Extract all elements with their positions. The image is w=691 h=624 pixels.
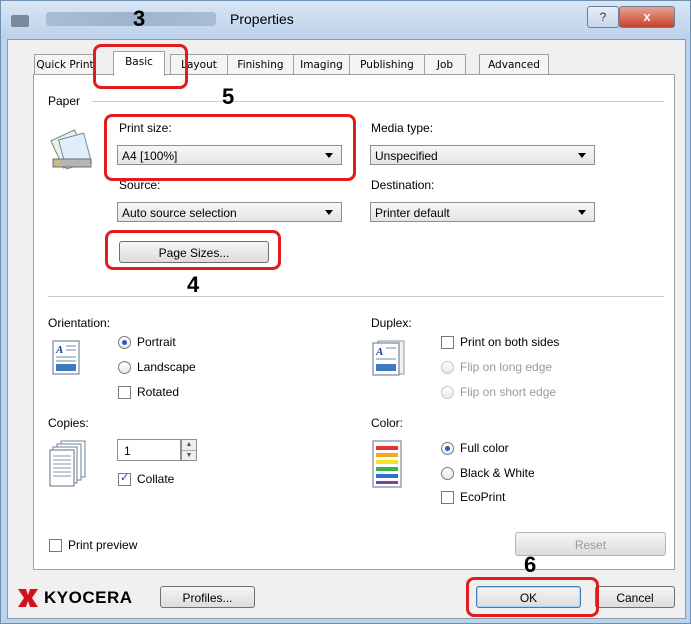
destination-value: Printer default <box>375 206 450 220</box>
portrait-radio[interactable] <box>118 336 131 349</box>
media-type-label: Media type: <box>371 121 434 135</box>
paper-divider <box>92 101 664 102</box>
blurred-printer-name <box>46 12 216 26</box>
black-white-label[interactable]: Black & White <box>460 466 535 480</box>
ecoprint-label[interactable]: EcoPrint <box>460 490 505 504</box>
copies-input[interactable]: 1 <box>117 439 181 461</box>
ecoprint-checkbox[interactable] <box>441 491 454 504</box>
print-preview-checkbox[interactable] <box>49 539 62 552</box>
kyocera-logo-icon <box>18 589 38 607</box>
destination-label: Destination: <box>371 178 435 192</box>
flip-short-edge-radio[interactable] <box>441 386 454 399</box>
rotated-checkbox[interactable] <box>118 386 131 399</box>
duplex-page-icon: A <box>372 340 405 376</box>
tab-finishing[interactable]: Finishing <box>227 54 294 75</box>
down-arrow-icon[interactable]: ▼ <box>182 451 196 461</box>
step-number-6: 6 <box>524 552 537 577</box>
print-preview-label[interactable]: Print preview <box>68 538 137 552</box>
tab-publishing[interactable]: Publishing <box>349 54 425 75</box>
rotated-label[interactable]: Rotated <box>137 385 179 399</box>
section-divider <box>48 296 664 297</box>
duplex-label: Duplex: <box>371 316 412 330</box>
reset-button[interactable]: Reset <box>515 532 666 556</box>
help-icon: ? <box>599 10 607 24</box>
copies-stack-icon <box>49 440 86 487</box>
destination-select[interactable]: Printer default <box>370 202 595 222</box>
window-title: Properties <box>230 11 294 27</box>
close-button[interactable]: x <box>619 6 675 28</box>
tab-imaging[interactable]: Imaging <box>293 54 350 75</box>
paper-section-label: Paper <box>48 94 81 108</box>
orientation-label: Orientation: <box>48 316 111 330</box>
print-both-sides-label[interactable]: Print on both sides <box>460 335 559 349</box>
collate-checkbox[interactable] <box>118 471 131 486</box>
black-white-radio[interactable] <box>441 467 454 480</box>
landscape-label[interactable]: Landscape <box>137 360 196 374</box>
flip-long-edge-radio[interactable] <box>441 361 454 374</box>
source-select[interactable]: Auto source selection <box>117 202 342 222</box>
color-label: Color: <box>371 416 404 430</box>
help-button[interactable]: ? <box>587 6 619 28</box>
highlight-ok <box>466 577 599 617</box>
source-value: Auto source selection <box>122 206 237 220</box>
tab-basic[interactable]: Basic <box>113 51 165 76</box>
flip-short-edge-label[interactable]: Flip on short edge <box>460 385 556 399</box>
printer-icon <box>11 15 29 27</box>
full-color-label[interactable]: Full color <box>460 441 509 455</box>
color-page-icon <box>372 440 402 488</box>
full-color-radio[interactable] <box>441 442 454 455</box>
title-bar[interactable]: Properties ? x <box>1 1 690 39</box>
step-number-4: 4 <box>187 272 200 297</box>
paper-icon <box>50 129 93 170</box>
tab-job[interactable]: Job <box>424 54 466 75</box>
media-type-select[interactable]: Unspecified <box>370 145 595 165</box>
step-number-5: 5 <box>222 84 235 109</box>
collate-label[interactable]: Collate <box>137 472 174 486</box>
copies-stepper[interactable]: ▲ ▼ <box>181 439 197 461</box>
kyocera-brand: KYOCERA <box>44 588 133 607</box>
chevron-down-icon <box>325 210 333 215</box>
tab-quick-print[interactable]: Quick Print <box>34 54 96 75</box>
chevron-down-icon <box>578 210 586 215</box>
svg-text:A: A <box>375 346 383 358</box>
chevron-down-icon <box>578 153 586 158</box>
highlight-print-size <box>104 114 356 181</box>
up-arrow-icon[interactable]: ▲ <box>182 440 196 451</box>
print-both-sides-checkbox[interactable] <box>441 336 454 349</box>
flip-long-edge-label[interactable]: Flip on long edge <box>460 360 552 374</box>
step-number-3: 3 <box>133 6 146 31</box>
portrait-page-icon: A <box>52 340 80 375</box>
highlight-page-sizes <box>105 230 281 270</box>
media-type-value: Unspecified <box>375 149 438 163</box>
portrait-label[interactable]: Portrait <box>137 335 176 349</box>
landscape-radio[interactable] <box>118 361 131 374</box>
profiles-button[interactable]: Profiles... <box>160 586 255 608</box>
copies-label: Copies: <box>48 416 89 430</box>
cancel-button[interactable]: Cancel <box>595 586 675 608</box>
tab-advanced[interactable]: Advanced <box>479 54 549 75</box>
svg-text:A: A <box>55 344 63 356</box>
copies-value: 1 <box>124 444 131 458</box>
